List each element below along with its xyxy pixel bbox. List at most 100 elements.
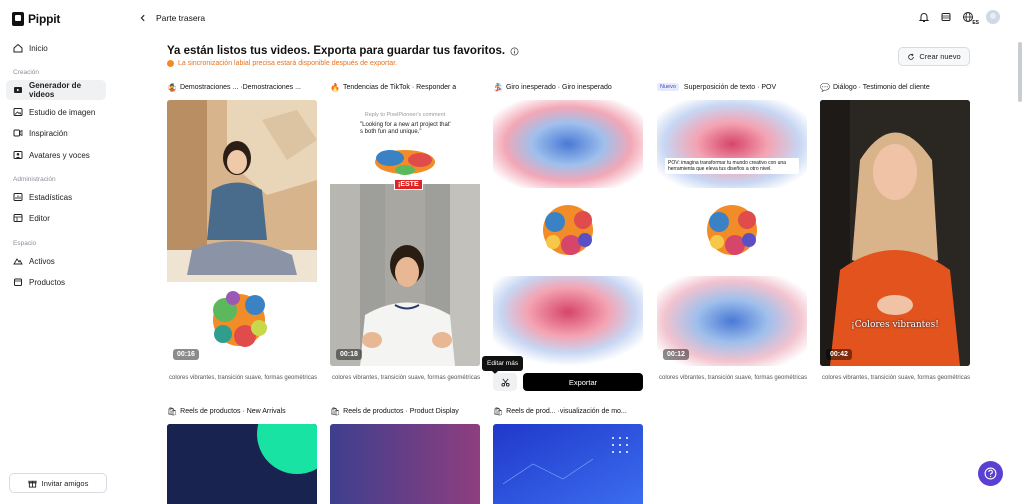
language-code: ES [972,20,979,26]
video-generator-icon [14,87,22,93]
help-button[interactable] [978,461,1003,486]
pov-overlay-text: POV: imagina transformar tu mundo creati… [665,158,799,174]
info-icon[interactable] [510,47,519,56]
sidebar-item-assets[interactable]: Activos [6,251,106,271]
card-tags-5: colores vibrantes, transición suave, for… [822,375,971,381]
edit-more-button[interactable] [493,373,517,391]
section-label-administracion: Administración [13,176,56,183]
sidebar-item-label: Generador de videos [29,81,82,99]
card-title-4: Nuevo Superposición de texto · POV [657,83,809,91]
card-title-5: 💬 Diálogo · Testimonio del cliente [820,83,972,92]
shopping-icon: 🛍 [493,407,504,416]
editor-icon [13,214,23,222]
duration-badge: 00:16 [173,349,199,360]
thumbnail-6-art [167,424,317,504]
card-title-text: Giro inesperado · Giro inesperado [505,84,612,91]
image-studio-icon [13,108,23,116]
card-title-7: 🛍 Reels de productos · Product Display [330,407,482,416]
card-title-1: 🤹 Demostraciones ... ·Demostraciones ... [167,83,319,92]
sidebar-item-label: Avatares y voces [29,150,90,160]
logo-icon [12,12,24,26]
page-title: Parte trasera [156,13,206,23]
scissors-icon [500,378,510,387]
reply-text: "Looking for a new art project that' s b… [360,122,451,135]
sidebar-item-video-generator[interactable]: Generador de videos [6,80,106,100]
inspiration-icon [13,129,23,137]
thumbnail-2-art [330,100,480,366]
refresh-icon [908,53,915,60]
thumbnail-3-art [493,100,643,366]
scrollbar[interactable] [1018,42,1022,102]
sidebar-item-inicio[interactable]: Inicio [6,38,106,58]
create-new-label: Crear nuevo [919,52,961,61]
inbox-icon[interactable] [940,11,952,23]
home-icon [13,43,23,53]
video-thumbnail-3[interactable] [493,100,643,366]
sidebar-item-image-studio[interactable]: Estudio de imagen [6,102,106,122]
thumbnail-4-art [657,100,807,366]
video-thumbnail-8[interactable] [493,424,643,504]
sync-warning: La sincronización labial precisa estará … [167,60,397,67]
sidebar-item-label: Estadísticas [29,192,73,202]
create-new-button[interactable]: Crear nuevo [898,47,970,66]
card-title-text: Diálogo · Testimonio del cliente [832,84,930,91]
duration-badge: 00:18 [336,349,362,360]
question-icon [984,467,997,480]
sidebar-item-products[interactable]: Productos [6,272,106,292]
card-title-text: Reels de productos · New Arrivals [180,408,286,415]
gift-icon [28,480,37,488]
card-title-2: 🔥 Tendencias de TikTok · Responder a [330,83,482,92]
sidebar-item-label: Estudio de imagen [29,107,96,117]
export-button[interactable]: Exportar [523,373,643,391]
products-icon [14,278,22,286]
bell-icon[interactable] [918,11,930,23]
sidebar-item-label: Productos [29,277,66,287]
video-thumbnail-5[interactable]: ¡Colores vibrantes! 00:42 [820,100,970,366]
sidebar: Pippit Inicio Creación Generador de vide… [0,0,115,504]
sidebar-item-editor[interactable]: Editor [6,208,106,228]
card-title-text: Tendencias de TikTok · Responder a [342,84,457,91]
top-actions: ES [918,10,1000,26]
card-tags-1: colores vibrantes, transición suave, for… [169,375,318,381]
card-title-text: Superposición de texto · POV [683,83,777,91]
avatar-voice-icon [13,151,23,159]
video-thumbnail-1[interactable]: 00:16 [167,100,317,366]
language-selector[interactable]: ES [962,10,979,26]
card-title-6: 🛍 Reels de productos · New Arrivals [167,407,319,416]
video-thumbnail-7[interactable] [330,424,480,504]
reply-header: Reply to PixelPioneer's comment [364,112,446,118]
app-logo[interactable]: Pippit [12,12,60,26]
sidebar-item-inspiration[interactable]: Inspiración [6,123,106,143]
video-caption: ¡Colores vibrantes! [851,320,939,330]
main-heading: Ya están listos tus videos. Exporta para… [167,45,519,57]
section-label-espacio: Espacio [13,240,37,247]
video-thumbnail-4[interactable]: POV: imagina transformar tu mundo creati… [657,100,807,366]
edit-more-tooltip: Editar más [482,356,524,374]
user-avatar[interactable] [986,10,1000,24]
card-tags-2: colores vibrantes, transición suave, for… [332,375,481,381]
thumbnail-7-art [330,424,480,504]
sync-warning-text: La sincronización labial precisa estará … [178,60,398,67]
duration-badge: 00:42 [826,349,852,360]
video-thumbnail-6[interactable] [167,424,317,504]
sidebar-item-stats[interactable]: Estadísticas [6,187,106,207]
section-label-creacion: Creación [13,69,40,76]
sticker-text: ¡ESTE [394,179,423,190]
fire-icon: 🔥 [330,83,340,92]
video-thumbnail-2[interactable]: Reply to PixelPioneer's comment "Looking… [330,100,480,366]
assets-icon [13,258,23,265]
card-title-8: 🛍 Reels de prod... ·visualización de mo.… [493,407,645,416]
back-button[interactable] [136,11,150,25]
card-title-text: Reels de prod... ·visualización de mo... [506,408,627,415]
card-title-3: 🏂 Giro inesperado · Giro inesperado [493,83,645,92]
sidebar-item-label: Activos [29,256,55,266]
shopping-icon: 🛍 [167,407,178,416]
sidebar-item-label: Editor [29,213,50,223]
new-badge: Nuevo [657,83,679,91]
snowboard-icon: 🏂 [493,83,503,92]
shopping-icon: 🛍 [330,407,341,416]
sidebar-item-avatars[interactable]: Avatares y voces [6,145,106,165]
warning-icon [167,60,174,67]
speech-bubble-icon: 💬 [820,83,830,92]
invite-friends-button[interactable]: Invitar amigos [9,473,107,493]
